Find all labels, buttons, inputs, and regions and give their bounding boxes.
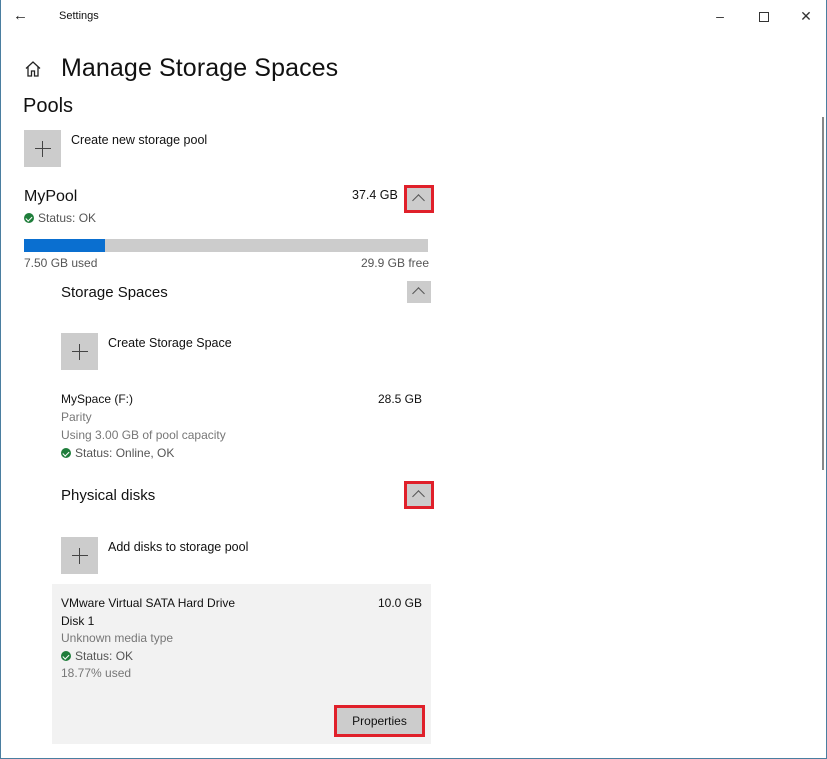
maximize-button[interactable] <box>749 4 779 28</box>
pool-status-text: Status: OK <box>38 211 97 225</box>
create-pool-button[interactable] <box>24 130 61 167</box>
title-bar: ← Settings – ✕ <box>1 0 826 32</box>
disk-status: Status: OK <box>61 649 133 663</box>
chevron-up-icon <box>412 287 425 300</box>
physical-disks-collapse-button[interactable] <box>404 481 434 509</box>
physical-disks-heading: Physical disks <box>61 487 156 504</box>
storage-space-usage: Using 3.00 GB of pool capacity <box>61 428 226 442</box>
storage-spaces-collapse-button[interactable] <box>407 281 431 303</box>
pool-status: Status: OK <box>24 211 96 225</box>
properties-button[interactable]: Properties <box>334 705 425 737</box>
disk-name: VMware Virtual SATA Hard Drive <box>61 596 236 610</box>
storage-space-size: 28.5 GB <box>377 392 422 406</box>
disk-size: 10.0 GB <box>377 596 422 610</box>
create-storage-space-button[interactable] <box>61 333 98 370</box>
disk-status-text: Status: OK <box>75 649 134 663</box>
create-pool-link[interactable]: Create new storage pool <box>71 133 207 147</box>
minimize-button[interactable]: – <box>705 4 735 28</box>
home-icon[interactable] <box>23 59 43 79</box>
pool-usage-fill <box>24 239 105 252</box>
close-button[interactable]: ✕ <box>791 4 821 28</box>
storage-space-status: Status: Online, OK <box>61 446 174 460</box>
pool-used-label: 7.50 GB used <box>24 256 98 270</box>
pools-heading: Pools <box>23 95 74 117</box>
status-ok-icon <box>61 651 71 661</box>
add-disks-link[interactable]: Add disks to storage pool <box>108 540 248 554</box>
scrollbar[interactable] <box>822 117 824 470</box>
storage-space-status-text: Status: Online, OK <box>75 446 175 460</box>
pool-name: MyPool <box>24 188 78 205</box>
back-button[interactable]: ← <box>13 6 37 26</box>
storage-spaces-heading: Storage Spaces <box>61 284 168 301</box>
page-title: Manage Storage Spaces <box>61 54 339 82</box>
status-ok-icon <box>61 448 71 458</box>
plus-icon <box>34 140 51 157</box>
pool-collapse-button[interactable] <box>404 185 434 213</box>
plus-icon <box>71 547 88 564</box>
back-arrow-icon: ← <box>13 7 28 24</box>
pool-size: 37.4 GB <box>352 188 398 202</box>
app-title: Settings <box>59 10 99 22</box>
close-icon: ✕ <box>800 8 812 24</box>
page-header: Manage Storage Spaces <box>23 54 338 83</box>
status-ok-icon <box>24 213 34 223</box>
disk-used: 18.77% used <box>61 666 132 680</box>
pool-usage-bar <box>24 239 428 252</box>
create-storage-space-link[interactable]: Create Storage Space <box>108 336 232 350</box>
minimize-icon: – <box>716 8 724 24</box>
chevron-up-icon <box>412 194 425 207</box>
settings-window: ← Settings – ✕ Manage Storage Spaces Poo… <box>0 0 827 759</box>
pool-free-label: 29.9 GB free <box>360 256 429 270</box>
storage-space-resiliency: Parity <box>61 410 92 424</box>
disk-number: Disk 1 <box>61 614 95 628</box>
storage-space-name: MySpace (F:) <box>61 392 134 406</box>
add-disks-button[interactable] <box>61 537 98 574</box>
disk-media-type: Unknown media type <box>61 631 174 645</box>
plus-icon <box>71 343 88 360</box>
chevron-up-icon <box>412 490 425 503</box>
maximize-icon <box>759 12 769 23</box>
